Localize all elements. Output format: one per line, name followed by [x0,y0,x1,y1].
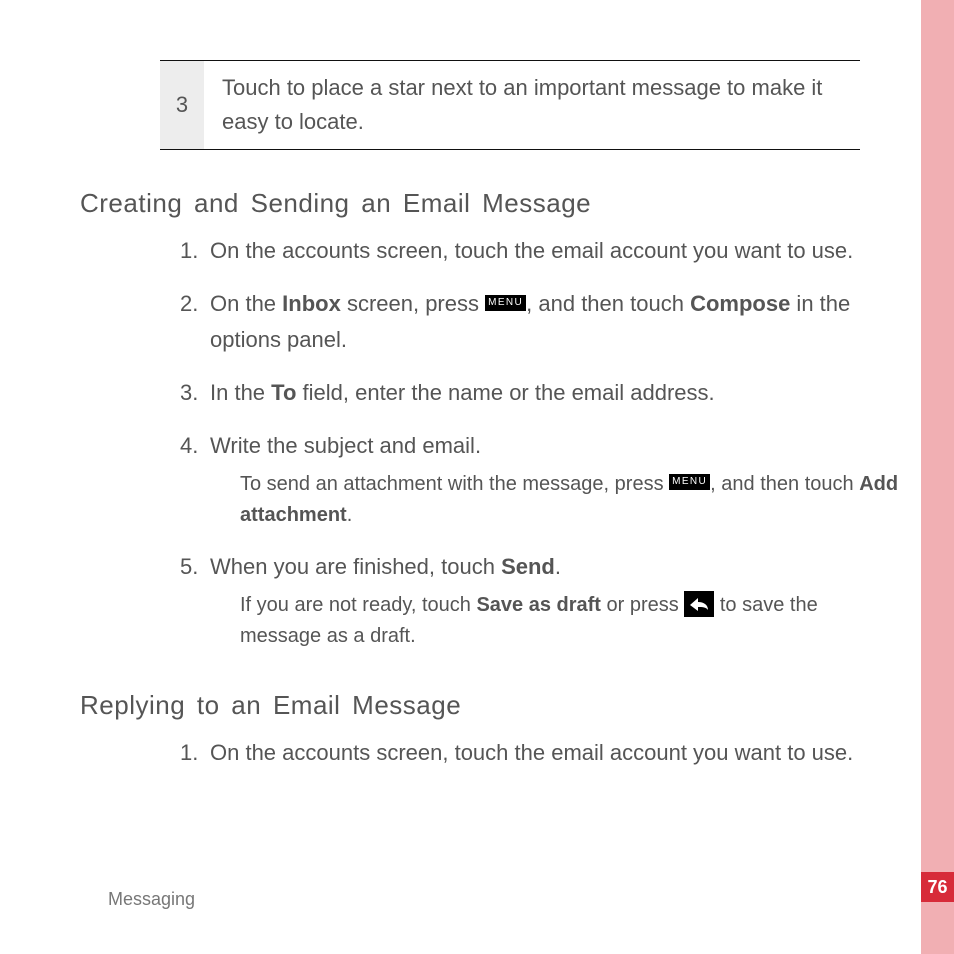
step-number: 1. [180,233,198,268]
text-fragment: or press [601,594,684,616]
bold-send: Send [501,554,555,579]
heading-replying: Replying to an Email Message [80,690,900,721]
step-text: Write the subject and email. [210,433,481,458]
bold-to: To [271,380,296,405]
bold-compose: Compose [690,291,790,316]
text-fragment: , and then touch [710,473,859,495]
text-fragment: To send an attachment with the message, … [240,473,669,495]
list-item: 2. On the Inbox screen, press MENU, and … [180,286,900,356]
menu-button-icon: MENU [669,474,710,490]
text-fragment: . [555,554,561,579]
page-content: 3 Touch to place a star next to an impor… [80,60,900,789]
steps-list-creating: 1. On the accounts screen, touch the ema… [180,233,900,652]
text-fragment: On the [210,291,282,316]
step-text: On the Inbox screen, press MENU, and the… [210,291,850,351]
text-fragment: screen, press [341,291,485,316]
text-fragment: , and then touch [526,291,690,316]
table-bottom-rule [160,149,860,150]
bold-save-as-draft: Save as draft [476,594,601,616]
step-number: 2. [180,286,198,321]
text-fragment: . [347,504,353,526]
list-item: 3. In the To field, enter the name or th… [180,375,900,410]
text-fragment: If you are not ready, touch [240,594,476,616]
bold-inbox: Inbox [282,291,341,316]
table-row-number: 3 [160,61,204,149]
steps-list-replying: 1. On the accounts screen, touch the ema… [180,735,900,770]
step-number: 3. [180,375,198,410]
step-number: 1. [180,735,198,770]
table-row-text: Touch to place a star next to an importa… [204,61,860,149]
step-number: 4. [180,428,198,463]
footer-chapter-label: Messaging [108,889,195,910]
text-fragment: In the [210,380,271,405]
step-text: On the accounts screen, touch the email … [210,740,853,765]
callout-table: 3 Touch to place a star next to an impor… [160,60,860,150]
step-note: If you are not ready, touch Save as draf… [240,590,900,652]
step-text: When you are finished, touch Send. [210,554,561,579]
text-fragment: field, enter the name or the email addre… [296,380,714,405]
list-item: 5. When you are finished, touch Send. If… [180,549,900,652]
list-item: 4. Write the subject and email. To send … [180,428,900,531]
page-number: 76 [921,872,954,902]
menu-button-icon: MENU [485,295,526,311]
text-fragment: When you are finished, touch [210,554,501,579]
step-note: To send an attachment with the message, … [240,469,900,531]
heading-creating-sending: Creating and Sending an Email Message [80,188,900,219]
list-item: 1. On the accounts screen, touch the ema… [180,233,900,268]
step-text: On the accounts screen, touch the email … [210,238,853,263]
step-text: In the To field, enter the name or the e… [210,380,715,405]
side-strip [921,0,954,954]
table-row: 3 Touch to place a star next to an impor… [160,61,860,149]
back-button-icon [684,591,714,617]
step-number: 5. [180,549,198,584]
list-item: 1. On the accounts screen, touch the ema… [180,735,900,770]
